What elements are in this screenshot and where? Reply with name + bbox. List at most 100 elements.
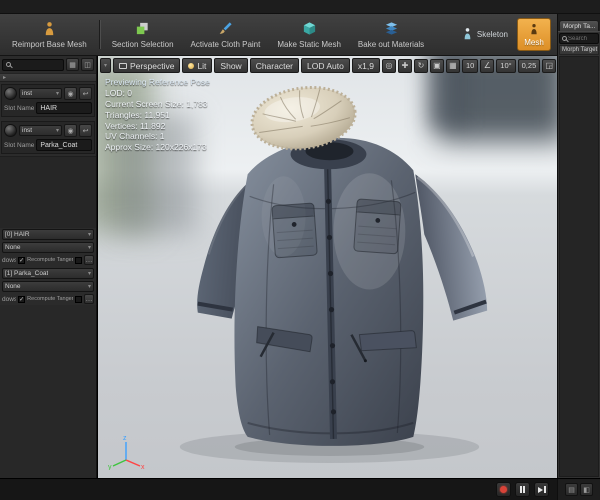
viewport-toolbar: ▾ Perspective Lit Show Character LOD Aut… <box>100 58 557 73</box>
corner-buttons: ▤ ◧ <box>557 479 600 500</box>
category-header-bar[interactable]: ▸ <box>0 73 96 82</box>
tab-morph-target-previewer[interactable]: Morph Ta... <box>559 20 599 31</box>
section-material-combo[interactable]: [0] HAIR ▾ <box>2 229 94 240</box>
cast-shadows-checkbox[interactable] <box>18 295 26 303</box>
slot-name-input[interactable]: HAIR <box>36 102 92 114</box>
perspective-label: Perspective <box>130 60 175 71</box>
grid-snap-value[interactable]: 10 <box>461 58 479 73</box>
output-log-button[interactable]: ◧ <box>580 483 593 496</box>
lit-bulb-icon <box>188 62 195 69</box>
cloth-paint-brush-icon <box>218 21 233 38</box>
cast-shadows-label: dows <box>2 256 17 264</box>
section-material-combo[interactable]: [1] Parka_Coat ▾ <box>2 268 94 279</box>
stat-lod: LOD: 0 <box>105 87 132 98</box>
lod-auto-button[interactable]: LOD Auto <box>301 58 350 73</box>
reimport-figure-icon <box>42 21 57 38</box>
main-toolbar: Reimport Base Mesh Section Selection Act… <box>0 14 557 56</box>
rotate-tool-icon[interactable]: ↻ <box>413 58 428 73</box>
lit-label: Lit <box>197 60 207 71</box>
character-menu-button[interactable]: Character <box>249 58 300 73</box>
asset-details-panel: ▦ ◫ ▸ inst ▾ ◉ ↩ Slot Name HAIR inst ▾ ◉… <box>0 56 97 478</box>
unreal-skeletal-mesh-editor: Reimport Base Mesh Section Selection Act… <box>0 0 600 500</box>
perspective-icon <box>119 62 128 69</box>
morph-search-input[interactable] <box>568 35 596 42</box>
pause-button[interactable] <box>515 482 530 497</box>
toolbar-button-label: Section Selection <box>111 39 174 49</box>
morph-target-panel: Morph Ta... Morph Target <box>557 14 600 478</box>
make-static-mesh-button[interactable]: Make Static Mesh <box>269 16 349 53</box>
grid-view-button[interactable]: ▦ <box>66 58 79 71</box>
3d-viewport[interactable]: ▾ Perspective Lit Show Character LOD Aut… <box>97 56 557 478</box>
material-combo[interactable]: inst ▾ <box>19 125 62 136</box>
translate-tool-icon[interactable]: ✚ <box>397 58 412 73</box>
recompute-tangent-checkbox[interactable] <box>75 256 82 264</box>
settings-button[interactable]: ◫ <box>81 58 94 71</box>
record-icon <box>500 486 507 493</box>
chevron-down-icon: ▾ <box>87 271 91 277</box>
section-selection-button[interactable]: Section Selection <box>104 16 182 53</box>
chevron-down-icon: ▾ <box>87 232 91 238</box>
stat-vertices: Vertices: 11.892 <box>105 120 166 131</box>
lit-mode-button[interactable]: Lit <box>182 58 213 73</box>
chevron-down-icon: ▾ <box>87 245 91 251</box>
perspective-button[interactable]: Perspective <box>113 58 181 73</box>
stat-triangles: Triangles: 11.951 <box>105 109 170 120</box>
scale-snap-value[interactable]: 0,25 <box>517 58 541 73</box>
activate-cloth-paint-button[interactable]: Activate Cloth Paint <box>183 16 269 53</box>
slot-name-label: Slot Name <box>4 104 35 112</box>
material-combo[interactable]: inst ▾ <box>19 88 62 99</box>
material-thumbnail[interactable] <box>4 87 17 100</box>
use-selected-button[interactable]: ↩ <box>79 124 92 137</box>
screen-size-button[interactable]: x1,9 <box>351 58 380 73</box>
section-clothing-combo[interactable]: None ▾ <box>2 281 94 292</box>
rotation-snap-icon[interactable]: ∠ <box>480 58 495 73</box>
show-menu-button[interactable]: Show <box>214 58 248 73</box>
mode-tab-skeleton[interactable]: Skeleton <box>455 16 514 53</box>
search-icon <box>6 62 11 67</box>
section-more-button[interactable]: … <box>84 255 94 265</box>
asset-details-search-input[interactable] <box>2 58 64 71</box>
search-icon <box>562 36 567 41</box>
use-selected-button[interactable]: ↩ <box>79 87 92 100</box>
axis-z-label: z <box>123 435 127 442</box>
toolbar-button-label: Reimport Base Mesh <box>12 39 87 49</box>
stat-uv-channels: UV Channels: 1 <box>105 131 165 142</box>
step-forward-button[interactable] <box>534 482 549 497</box>
slot-name-input[interactable]: Parka_Coat <box>36 139 92 151</box>
mode-tab-mesh[interactable]: Mesh <box>517 18 551 51</box>
rotation-snap-value[interactable]: 10° <box>496 58 516 73</box>
stat-approx-size: Approx Size: 120x226x173 <box>105 142 207 153</box>
cast-shadows-checkbox[interactable] <box>18 256 26 264</box>
morph-target-list[interactable] <box>559 56 599 477</box>
browse-asset-button[interactable]: ◉ <box>64 124 77 137</box>
section-clothing-combo[interactable]: None ▾ <box>2 242 94 253</box>
panel-empty-region <box>0 156 96 228</box>
viewport-stats-overlay: Previewing Reference Pose LOD: 0 Current… <box>105 77 210 153</box>
browse-asset-button[interactable]: ◉ <box>64 87 77 100</box>
reimport-base-mesh-button[interactable]: Reimport Base Mesh <box>4 16 95 53</box>
morph-target-column-header[interactable]: Morph Target <box>559 45 599 55</box>
step-forward-icon <box>537 486 543 493</box>
chevron-down-icon: ▾ <box>104 63 108 69</box>
bake-out-materials-button[interactable]: Bake out Materials <box>350 16 432 53</box>
scale-tool-icon[interactable]: ▣ <box>429 58 444 73</box>
material-slot-element: inst ▾ ◉ ↩ Slot Name HAIR <box>1 84 95 117</box>
record-button[interactable] <box>496 482 511 497</box>
slot-name-label: Slot Name <box>4 141 35 149</box>
axis-y-label: y <box>108 464 112 470</box>
camera-speed-icon[interactable]: ◲ <box>542 58 557 73</box>
recompute-tangent-label: Recompute Tangent <box>27 257 73 263</box>
content-drawer-button[interactable]: ▤ <box>565 483 578 496</box>
world-space-icon[interactable]: ◎ <box>381 58 396 73</box>
material-thumbnail[interactable] <box>4 124 17 137</box>
section-more-button[interactable]: … <box>84 294 94 304</box>
toolbar-separator <box>98 20 100 49</box>
axis-gizmo: z x y <box>108 435 145 470</box>
mesh-figure-icon <box>528 23 540 37</box>
grid-snap-icon[interactable]: ▦ <box>445 58 460 73</box>
chevron-down-icon: ▾ <box>55 91 59 97</box>
toolbar-button-label: Activate Cloth Paint <box>190 39 261 49</box>
viewport-options-button[interactable]: ▾ <box>100 58 112 73</box>
recompute-tangent-checkbox[interactable] <box>75 295 82 303</box>
